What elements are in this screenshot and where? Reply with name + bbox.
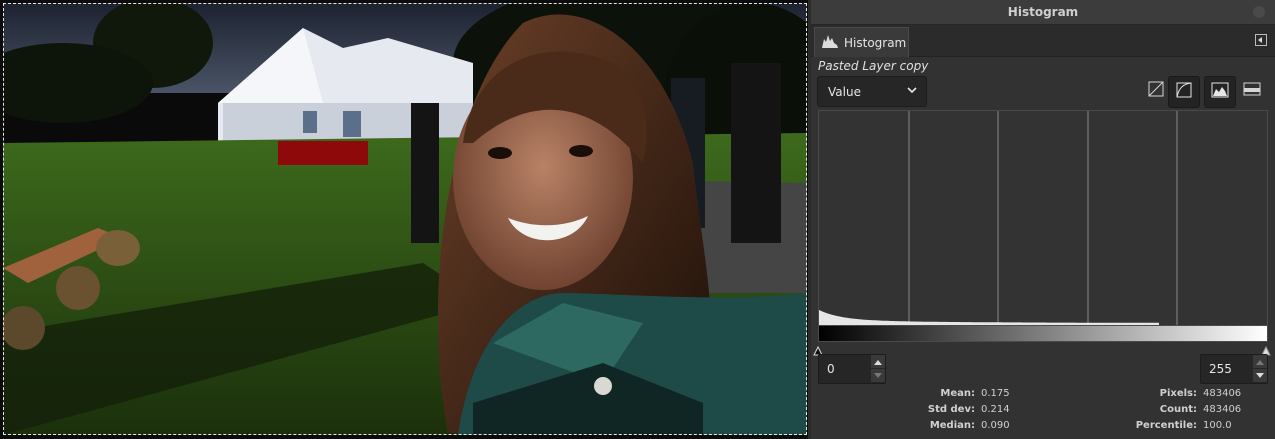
histogram-dock: Histogram Histogram Pasted Layer copy Va…	[811, 0, 1275, 439]
tab-label: Histogram	[844, 35, 907, 50]
range-high-input[interactable]: 255	[1200, 354, 1268, 384]
histogram-view-icon	[1243, 81, 1261, 101]
channel-selected: Value	[828, 84, 861, 99]
range-high-value: 255	[1209, 362, 1232, 376]
stat-value: 0.214	[981, 404, 1010, 415]
photo-image	[3, 3, 807, 435]
stats-right: Pixels: 483406 Count: 483406 Percentile: 10…	[1107, 386, 1241, 434]
stat-label: Median:	[929, 420, 975, 431]
linear-histogram-icon	[1148, 81, 1164, 101]
histogram-mode-button[interactable]	[1204, 76, 1236, 108]
histogram-bars	[819, 310, 1159, 325]
dock-title-bar: Histogram	[811, 0, 1275, 25]
range-markers[interactable]	[811, 341, 1275, 356]
stat-label: Pixels:	[1159, 388, 1197, 399]
stats-left: Mean: 0.175 Std dev: 0.214 Median: 0.090	[901, 386, 1010, 434]
stat-value: 0.175	[981, 388, 1010, 399]
decrement-icon[interactable]	[1253, 369, 1267, 382]
range-low-value: 0	[827, 362, 835, 376]
histogram-plot[interactable]	[818, 110, 1268, 326]
channel-select[interactable]: Value	[817, 76, 927, 107]
tab-menu-icon[interactable]	[1255, 34, 1267, 46]
linear-histogram-button[interactable]	[1141, 76, 1171, 106]
stat-label: Count:	[1159, 404, 1197, 415]
layer-name: Pasted Layer copy	[818, 59, 929, 73]
range-low-input[interactable]: 0	[818, 354, 886, 384]
histogram-view-button[interactable]	[1237, 76, 1267, 106]
histogram-mode-icon	[1211, 82, 1229, 102]
stat-label: Std dev:	[927, 404, 975, 415]
histogram-tab-icon	[821, 33, 839, 52]
increment-icon[interactable]	[1253, 355, 1267, 368]
dock-tab-bar: Histogram	[811, 25, 1275, 57]
increment-icon[interactable]	[871, 355, 885, 368]
image-canvas[interactable]	[0, 0, 808, 439]
stat-value: 0.090	[981, 420, 1010, 431]
tab-histogram[interactable]: Histogram	[814, 27, 909, 57]
logarithmic-histogram-button[interactable]	[1168, 76, 1200, 108]
decrement-icon[interactable]	[871, 369, 885, 382]
stat-value: 483406	[1203, 404, 1242, 415]
value-gradient-bar	[818, 325, 1268, 342]
dock-title: Histogram	[1007, 5, 1079, 19]
stat-label: Percentile:	[1135, 420, 1197, 431]
logarithmic-histogram-icon	[1176, 82, 1192, 102]
stat-value: 100.0	[1203, 420, 1232, 431]
dock-close-icon[interactable]	[1253, 6, 1265, 18]
stat-value: 483406	[1203, 388, 1242, 399]
stat-label: Mean:	[940, 388, 975, 399]
chevron-down-icon	[906, 84, 918, 99]
